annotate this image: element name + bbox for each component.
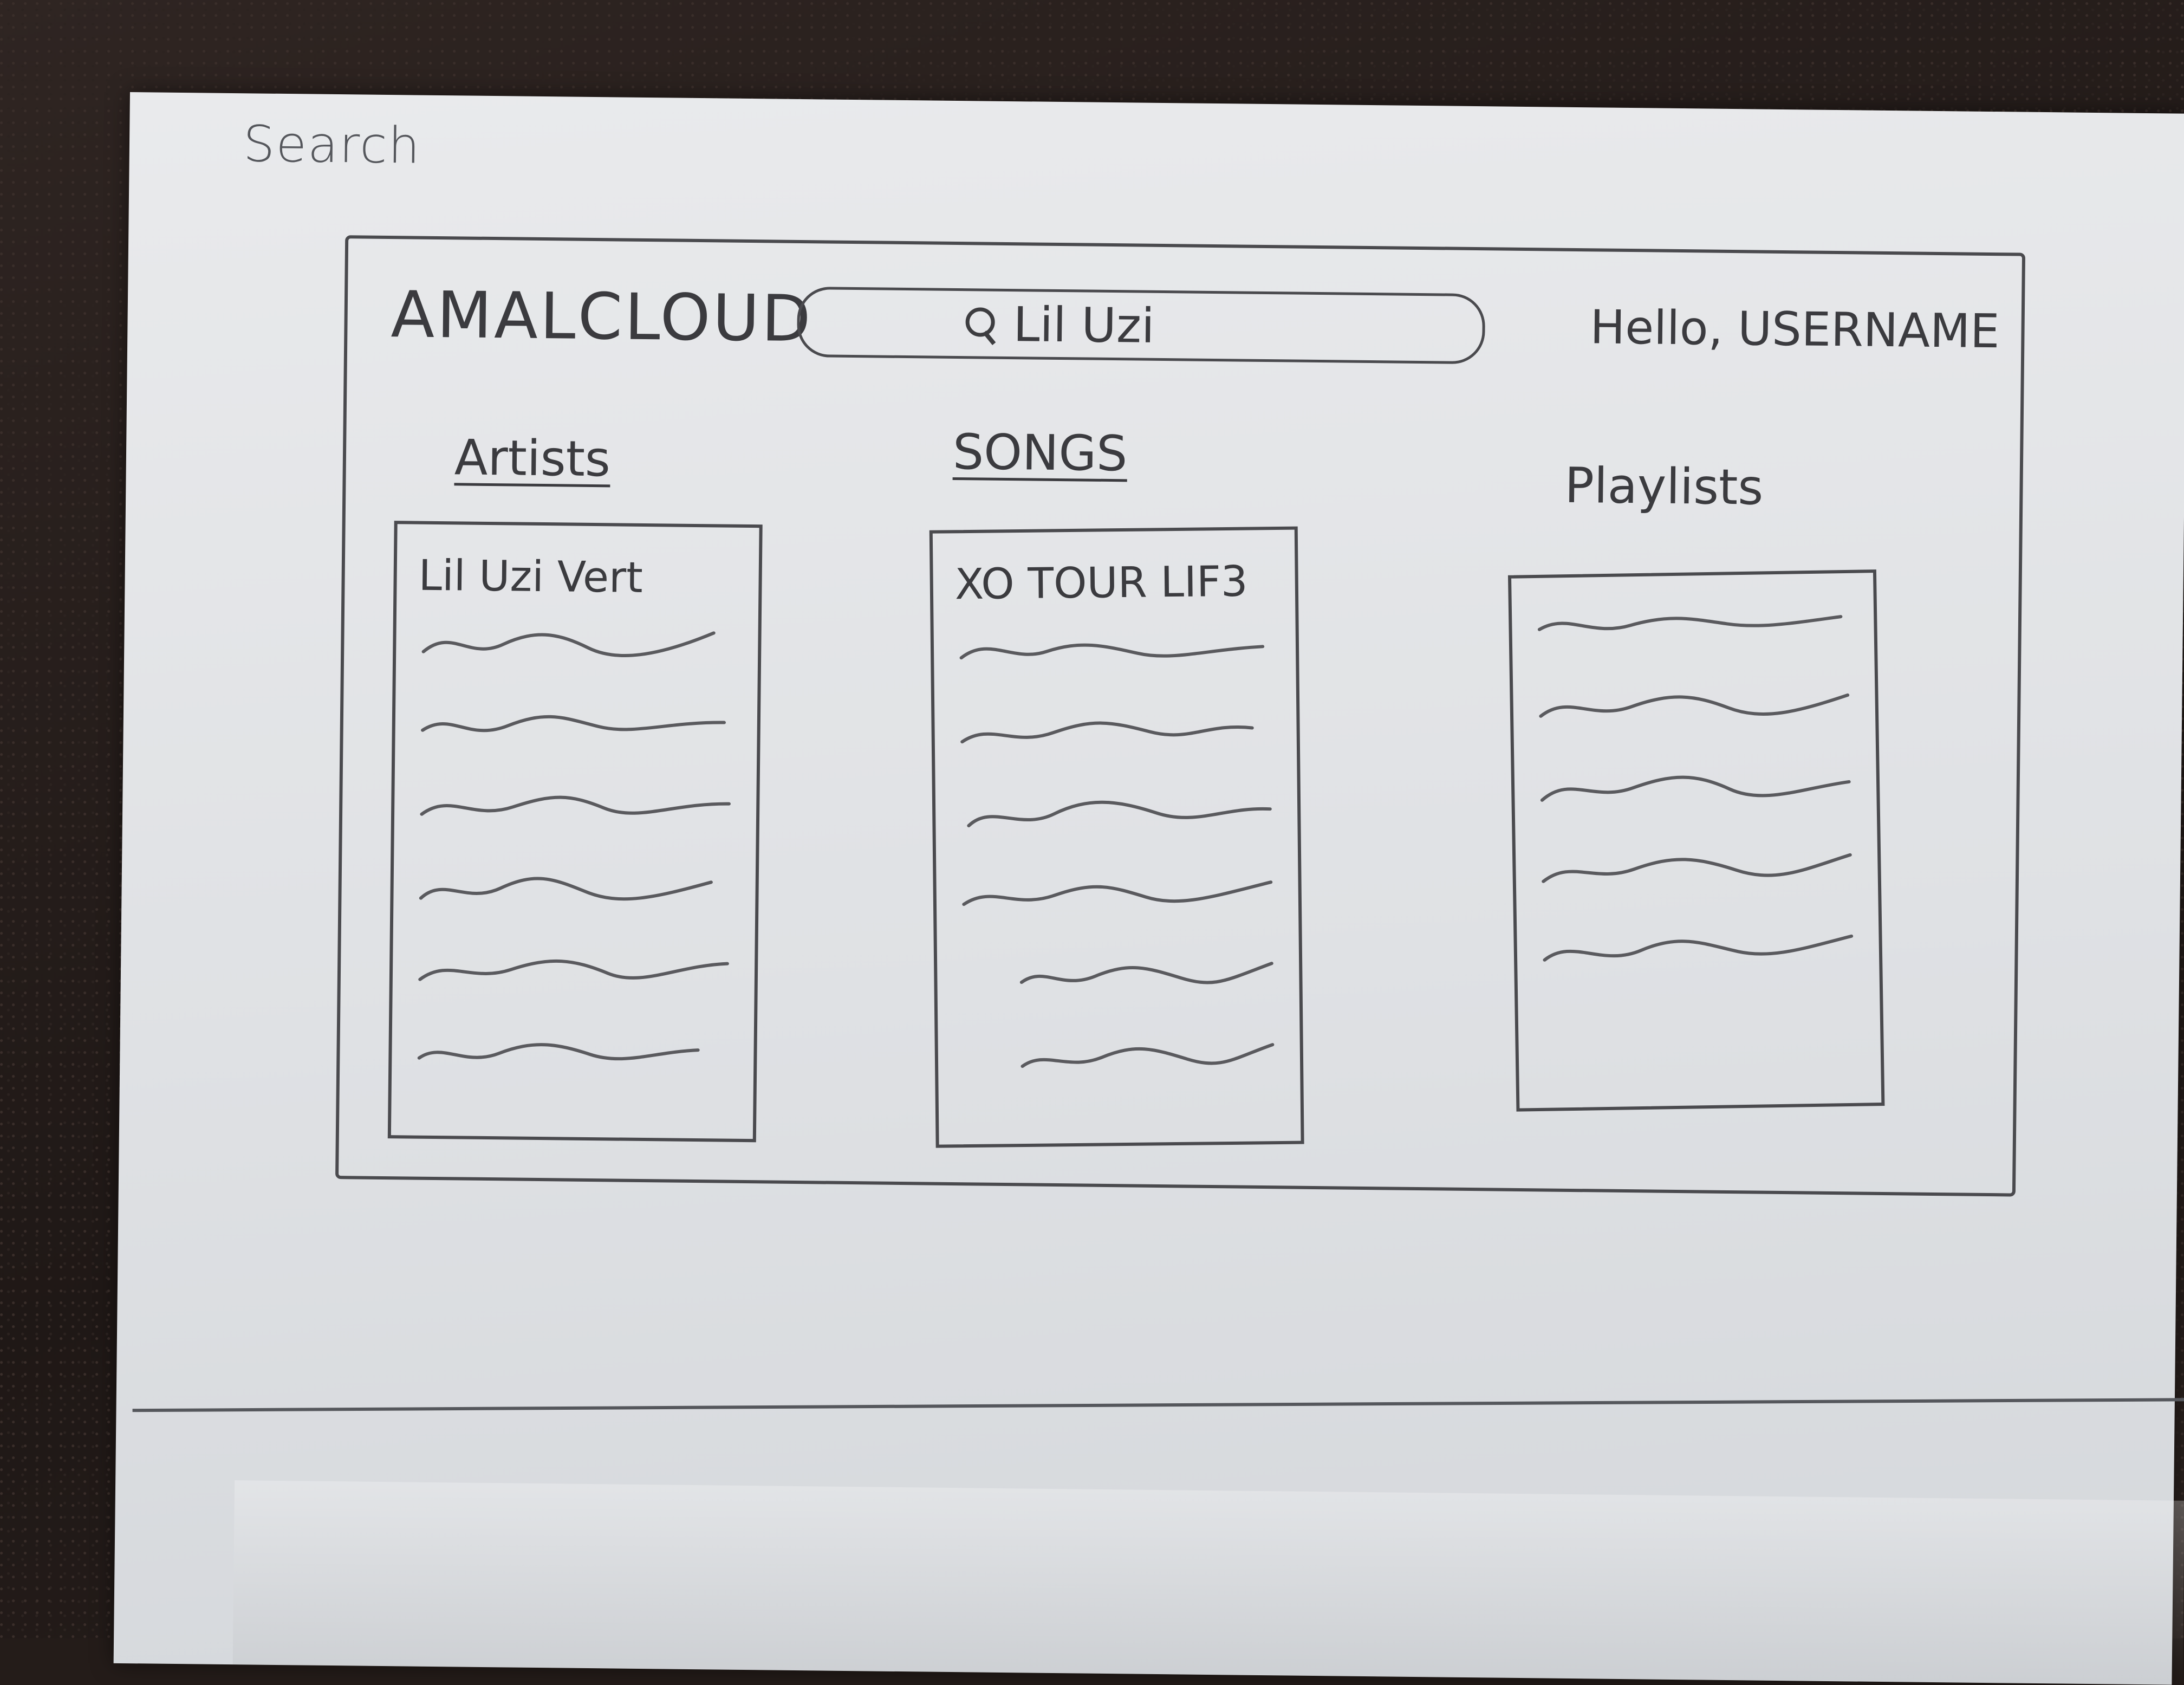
artists-heading: Artists: [454, 429, 611, 488]
search-icon: [965, 307, 998, 345]
search-bar[interactable]: [796, 286, 1486, 365]
list-item[interactable]: [415, 866, 734, 912]
list-item[interactable]: [1538, 925, 1857, 974]
list-item[interactable]: [418, 622, 737, 669]
app-window: AMALCLOUD Hello, USERNAME Artists Lil Uz…: [335, 235, 2026, 1197]
list-item[interactable]: [960, 1034, 1279, 1080]
songs-results: XO TOUR LIF3: [929, 526, 1304, 1148]
list-item[interactable]: [416, 785, 735, 831]
playlists-heading: Playlists: [1564, 457, 1764, 516]
songs-heading: SONGS: [952, 423, 1128, 483]
search-input[interactable]: [1013, 296, 1317, 355]
list-item[interactable]: [955, 627, 1275, 674]
brand-logo[interactable]: AMALCLOUD: [391, 277, 813, 356]
list-item[interactable]: [414, 947, 733, 994]
list-item[interactable]: [959, 952, 1278, 999]
artist-result-item[interactable]: Lil Uzi Vert: [418, 552, 737, 604]
page-divider: [132, 1398, 2184, 1412]
list-item[interactable]: [1536, 763, 1855, 811]
paper-sheet: Search AMALCLOUD Hello, USERNAME Artists…: [113, 92, 2184, 1685]
list-item[interactable]: [957, 790, 1276, 837]
paper-lower-area: [232, 1480, 2184, 1685]
playlists-results: [1507, 569, 1885, 1112]
list-item[interactable]: [413, 1028, 732, 1075]
app-header: AMALCLOUD Hello, USERNAME: [347, 238, 2022, 397]
list-item[interactable]: [1537, 844, 1856, 892]
song-result-item[interactable]: XO TOUR LIF3: [954, 557, 1273, 610]
page-label: Search: [243, 115, 421, 175]
list-item[interactable]: [1533, 600, 1852, 649]
artists-results: Lil Uzi Vert: [387, 521, 763, 1143]
list-item[interactable]: [1535, 682, 1854, 730]
list-item[interactable]: [417, 703, 736, 750]
list-item[interactable]: [958, 871, 1277, 918]
list-item[interactable]: [956, 709, 1275, 755]
user-greeting[interactable]: Hello, USERNAME: [1590, 300, 2000, 359]
